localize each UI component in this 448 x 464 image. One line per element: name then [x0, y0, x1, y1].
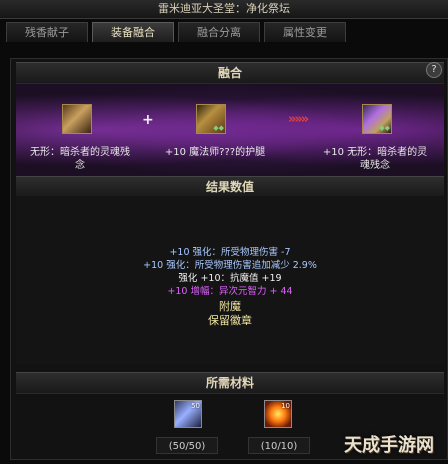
tab-equipment-fusion[interactable]: 装备融合: [92, 22, 174, 42]
site-watermark: 天成手游网: [344, 435, 434, 456]
plus-icon: +: [142, 112, 154, 128]
target-item-label: +10 魔法师???的护腿: [164, 147, 266, 158]
tab-bar: 残香献子 装备融合 融合分离 属性变更: [6, 22, 346, 44]
result-line: 强化 +10：抗魔值 +19: [178, 273, 282, 284]
upgrade-badge-icon: ◆◆: [213, 124, 224, 132]
result-line: +10 增幅：异次元智力 + 44: [167, 286, 293, 297]
tab-fusion-separation[interactable]: 融合分离: [178, 22, 260, 42]
source-item-label: 无形：暗杀者的灵魂残念: [30, 147, 130, 171]
leg-armor-item-icon[interactable]: ◆◆: [196, 104, 226, 134]
material-amount: (10/10): [248, 437, 310, 454]
result-section-title: 结果数值: [16, 176, 444, 198]
material-count-badge: 50: [191, 402, 200, 410]
fusion-section-title: 融合: [16, 62, 444, 84]
help-icon[interactable]: ?: [426, 62, 442, 78]
gauntlet-item-icon[interactable]: [62, 104, 92, 134]
result-line: 保留徽章: [208, 314, 252, 327]
window-title: 雷米迪亚大圣堂：净化祭坛: [0, 0, 448, 19]
tab-attribute-change[interactable]: 属性变更: [264, 22, 346, 42]
sun-orb-material-icon[interactable]: 10: [264, 400, 292, 428]
arrow-right-icon: »»»: [288, 112, 309, 127]
result-item-label: +10 无形：暗杀者的灵魂残念: [322, 147, 428, 171]
materials-section-title: 所需材料: [16, 372, 444, 394]
crystal-material-icon[interactable]: 50: [174, 400, 202, 428]
material-amount: (50/50): [156, 437, 218, 454]
tab-residual-fragrance[interactable]: 残香献子: [6, 22, 88, 42]
upgrade-badge-icon: ◆◆: [379, 124, 390, 132]
result-line: +10 强化：所受物理伤害 -7: [169, 247, 291, 258]
material-count-badge: 10: [281, 402, 290, 410]
result-line: 附魔: [219, 300, 241, 313]
result-line: +10 强化：所受物理伤害追加减少 2.9%: [143, 260, 317, 271]
fused-leg-armor-item-icon[interactable]: ◆◆: [362, 104, 392, 134]
